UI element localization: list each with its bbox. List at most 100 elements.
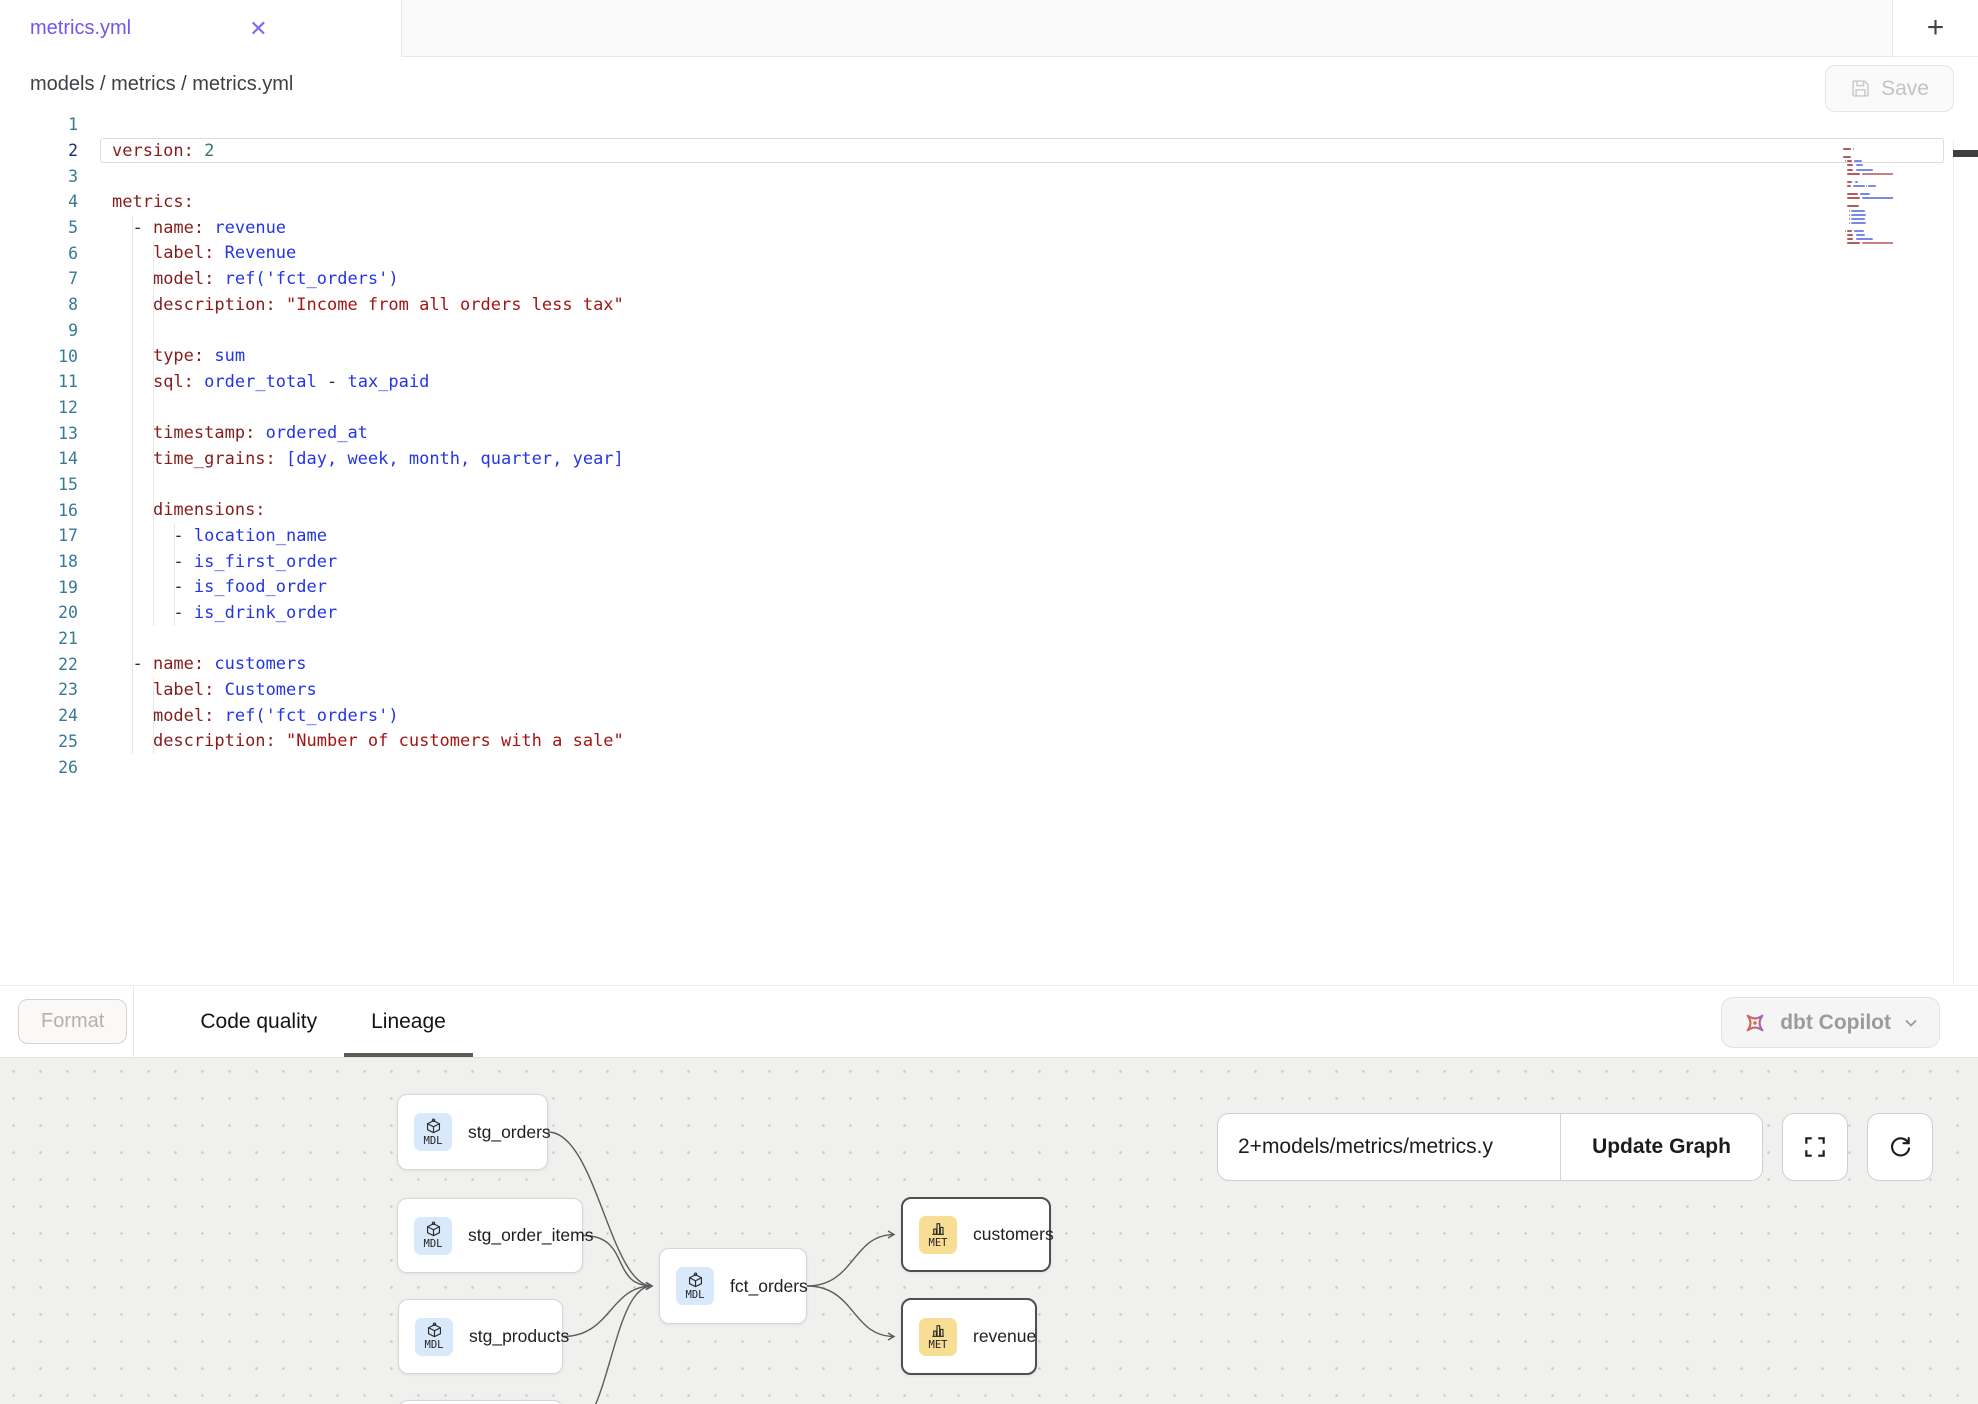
new-tab-area: + [1892,0,1978,57]
code-text: model: ref('fct_orders') [78,706,399,726]
lineage-node-revenue[interactable]: MET revenue [901,1298,1037,1375]
code-line-8[interactable]: 8 description: "Income from all orders l… [0,292,1978,318]
line-number: 6 [0,244,78,263]
code-editor[interactable]: 12version: 234metrics:5 - name: revenue6… [0,112,1978,985]
line-number: 8 [0,295,78,314]
save-icon [1850,78,1871,99]
node-badge: MDL [414,1217,452,1255]
node-label: revenue [973,1326,1036,1347]
tab-lineage[interactable]: Lineage [344,986,473,1057]
code-line-26[interactable]: 26 [0,754,1978,780]
code-line-13[interactable]: 13 timestamp: ordered_at [0,420,1978,446]
line-number: 18 [0,552,78,571]
code-line-20[interactable]: 20 - is_drink_order [0,600,1978,626]
code-line-22[interactable]: 22 - name: customers [0,651,1978,677]
tab-code-quality-label: Code quality [200,1010,317,1034]
code-line-18[interactable]: 18 - is_first_order [0,549,1978,575]
code-lines[interactable]: 12version: 234metrics:5 - name: revenue6… [0,112,1978,780]
refresh-icon [1887,1134,1914,1161]
bar-chart-icon [930,1322,947,1339]
line-number: 22 [0,655,78,674]
code-text: label: Customers [78,680,317,700]
code-text: timestamp: ordered_at [78,423,368,443]
line-number: 11 [0,372,78,391]
code-line-11[interactable]: 11 sql: order_total - tax_paid [0,369,1978,395]
code-line-14[interactable]: 14 time_grains: [day, week, month, quart… [0,446,1978,472]
lineage-node-customers[interactable]: METcustomers [901,1197,1051,1272]
format-button[interactable]: Format [18,999,127,1044]
dbt-copilot-button[interactable]: dbt Copilot [1721,997,1940,1048]
line-number: 9 [0,321,78,340]
code-line-10[interactable]: 10 type: sum [0,343,1978,369]
code-line-5[interactable]: 5 - name: revenue [0,215,1978,241]
line-number: 5 [0,218,78,237]
code-line-9[interactable]: 9 [0,318,1978,344]
lineage-filter-input[interactable] [1218,1114,1560,1180]
code-text: - name: revenue [78,218,286,238]
code-line-1[interactable]: 1 [0,112,1978,138]
update-graph-button[interactable]: Update Graph [1560,1114,1762,1180]
line-number: 3 [0,167,78,186]
indent-guide [174,523,175,626]
node-badge-label: MDL [425,1340,444,1351]
code-line-21[interactable]: 21 [0,626,1978,652]
format-label: Format [41,1010,104,1033]
lineage-node-stg_order_items[interactable]: MDLstg_order_items [397,1198,583,1273]
indent-guide [132,215,133,755]
code-text: sql: order_total - tax_paid [78,372,429,392]
code-line-15[interactable]: 15 [0,472,1978,498]
code-line-24[interactable]: 24 model: ref('fct_orders') [0,703,1978,729]
line-number: 2 [0,141,78,160]
code-line-4[interactable]: 4metrics: [0,189,1978,215]
scrollbar-thumb[interactable] [1953,150,1978,157]
cube-icon [425,1221,442,1238]
tab-metrics-yml[interactable]: metrics.yml ✕ [0,0,402,57]
code-line-23[interactable]: 23 label: Customers [0,677,1978,703]
breadcrumb: models / metrics / metrics.yml [30,73,293,96]
node-label: fct_orders [730,1276,808,1297]
node-label: stg_orders [468,1122,551,1143]
toolbar-divider [133,986,134,1057]
code-line-12[interactable]: 12 [0,395,1978,421]
code-line-19[interactable]: 19 - is_food_order [0,574,1978,600]
code-text: time_grains: [day, week, month, quarter,… [78,449,624,469]
tab-title: metrics.yml [30,17,131,40]
code-text: type: sum [78,346,245,366]
code-line-25[interactable]: 25 description: "Number of customers wit… [0,729,1978,755]
node-badge: MET [919,1318,957,1356]
scrollbar-track [1953,140,1954,985]
line-number: 12 [0,398,78,417]
code-text: description: "Income from all orders les… [78,295,624,315]
chevron-down-icon [1903,1015,1919,1031]
lineage-node-stg_orders[interactable]: MDLstg_orders [397,1094,548,1170]
line-number: 19 [0,578,78,597]
code-line-2[interactable]: 2version: 2 [0,138,1978,164]
fullscreen-button[interactable] [1782,1113,1848,1181]
new-tab-icon[interactable]: + [1927,13,1945,43]
node-badge-label: MDL [424,1239,443,1250]
tab-code-quality[interactable]: Code quality [173,986,344,1057]
code-line-3[interactable]: 3 [0,163,1978,189]
bar-chart-icon [930,1220,947,1237]
node-badge-label: MET [929,1238,948,1249]
close-icon[interactable]: ✕ [249,18,267,40]
line-number: 20 [0,603,78,622]
cube-icon [687,1272,704,1289]
refresh-button[interactable] [1867,1113,1933,1181]
minimap[interactable] [1843,143,1893,249]
code-line-16[interactable]: 16 dimensions: [0,497,1978,523]
lineage-node-stg_hidden[interactable]: MDL [398,1400,563,1404]
fullscreen-icon [1802,1134,1828,1160]
code-text: - location_name [78,526,327,546]
code-line-7[interactable]: 7 model: ref('fct_orders') [0,266,1978,292]
node-badge: MDL [415,1318,453,1356]
code-text: - is_first_order [78,552,337,572]
lineage-canvas[interactable]: MDLstg_ordersMDLstg_order_itemsMDLstg_pr… [0,1057,1978,1404]
node-label: stg_order_items [468,1225,593,1246]
lineage-node-fct_orders[interactable]: MDLfct_orders [659,1248,807,1324]
code-line-6[interactable]: 6 label: Revenue [0,240,1978,266]
lineage-node-stg_products[interactable]: MDLstg_products [398,1299,563,1374]
code-text: description: "Number of customers with a… [78,731,624,751]
save-button[interactable]: Save [1825,65,1954,112]
code-line-17[interactable]: 17 - location_name [0,523,1978,549]
